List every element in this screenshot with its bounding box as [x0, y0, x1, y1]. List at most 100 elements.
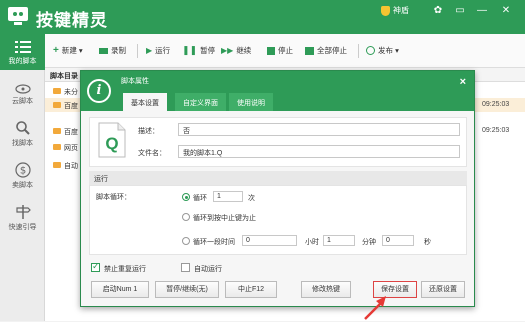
loop-duration-radio[interactable]	[182, 237, 190, 245]
folder-icon	[53, 102, 61, 108]
sidebar-item-guide[interactable]: 快速引导	[0, 204, 45, 232]
loop-count-input[interactable]: 1	[213, 191, 243, 202]
sidebar-item-label: 我的脚本	[8, 58, 37, 65]
svg-text:Q: Q	[105, 134, 118, 153]
pause-label: 暂停	[200, 46, 216, 55]
new-label: 新建 ▾	[61, 46, 83, 55]
loop-count-unit: 次	[248, 195, 255, 202]
list-item-name: 网页	[64, 145, 78, 152]
list-item-name: 百度	[64, 129, 78, 136]
stop-button[interactable]: 停止	[267, 45, 293, 56]
vip-badge[interactable]: 神盾	[381, 5, 409, 16]
seconds-unit: 秒	[424, 239, 431, 246]
sidebar-item-find[interactable]: 找脚本	[0, 120, 45, 148]
seconds-input[interactable]: 0	[382, 235, 414, 246]
minutes-input[interactable]: 1	[323, 235, 355, 246]
restore-settings-button[interactable]: 还原设置	[421, 281, 465, 298]
sidebar-item-label: 卖脚本	[12, 182, 33, 189]
hours-unit: 小时	[305, 239, 319, 246]
list-item-time: 09:25:03	[482, 101, 510, 108]
svg-text:$: $	[19, 166, 25, 177]
close-icon[interactable]: ✕	[499, 4, 513, 18]
sidebar-item-label: 快速引导	[8, 224, 37, 231]
app-title: 按键精灵	[36, 11, 108, 30]
run-button[interactable]: ▶ 运行	[146, 45, 170, 56]
loop-duration-option: 循环一段时间	[193, 239, 235, 246]
sidebar: 我的脚本 云脚本 找脚本 $ 卖脚本 快速引导	[0, 34, 45, 321]
pause-icon: ❚❚	[182, 45, 198, 55]
description-label: 描述：	[138, 128, 159, 135]
sidebar-item-label: 找脚本	[12, 140, 33, 147]
pause-button[interactable]: ❚❚ 暂停	[182, 45, 215, 56]
start-hotkey-button[interactable]: 启动Num 1	[91, 281, 149, 298]
red-arrow-icon	[364, 296, 386, 320]
signpost-icon	[15, 205, 31, 219]
title-bar: 按键精灵 神盾 ✿ ▭ — ✕	[0, 0, 525, 34]
publish-button[interactable]: 发布 ▾	[366, 45, 399, 56]
record-button[interactable]: 录制	[99, 45, 126, 56]
no-repeat-label: 禁止重复运行	[104, 266, 146, 273]
tab-custom-ui[interactable]: 自定义界面	[175, 93, 226, 111]
list-item-name: 自动	[64, 163, 78, 170]
stop-hotkey-button[interactable]: 中止F12	[225, 281, 277, 298]
sidebar-item-my-scripts[interactable]: 我的脚本	[0, 34, 45, 70]
run-section-title: 运行	[89, 171, 467, 185]
stop-icon	[267, 46, 275, 55]
search-icon	[15, 121, 30, 135]
app-logo-icon	[8, 7, 28, 25]
description-field[interactable]: 否	[178, 123, 460, 136]
auto-run-checkbox[interactable]	[181, 263, 190, 272]
stop-all-label: 全部停止	[317, 46, 347, 55]
loop-count-option: 循环	[193, 195, 207, 202]
toolbar: + 新建 ▾ 录制 ▶ 运行 ❚❚ 暂停 ▶▶ 继续 停止 全部停止 发布 ▾	[45, 34, 525, 68]
vip-label: 神盾	[393, 6, 409, 15]
dialog-header: i 脚本属性 × 基本设置 自定义界面 使用说明	[81, 71, 474, 111]
loop-until-stop-radio[interactable]	[182, 213, 190, 221]
folder-icon	[53, 128, 61, 134]
hours-input[interactable]: 0	[242, 235, 297, 246]
continue-button[interactable]: ▶▶ 继续	[221, 45, 251, 56]
tab-usage-notes[interactable]: 使用说明	[229, 93, 273, 111]
stop-all-icon	[305, 46, 314, 55]
fast-forward-icon: ▶▶	[221, 46, 234, 55]
minutes-unit: 分钟	[362, 239, 376, 246]
cloud-icon	[14, 84, 31, 94]
folder-icon	[53, 162, 61, 168]
skin-icon[interactable]: ▭	[453, 4, 467, 18]
filename-field[interactable]: 我的脚本1.Q	[178, 145, 460, 158]
toolbar-divider	[137, 44, 138, 58]
no-repeat-checkbox[interactable]	[91, 261, 100, 272]
info-logo-icon: i	[87, 79, 111, 103]
sidebar-item-cloud[interactable]: 云脚本	[0, 82, 45, 106]
pause-hotkey-button[interactable]: 暂停/继续(无)	[155, 281, 219, 298]
publish-label: 发布 ▾	[378, 46, 399, 55]
dollar-icon: $	[14, 162, 31, 178]
record-icon	[99, 47, 108, 54]
folder-icon	[53, 88, 61, 94]
folder-icon	[53, 144, 61, 150]
q-script-file-icon: Q	[98, 122, 126, 158]
auto-run-label: 自动运行	[194, 266, 222, 273]
shield-icon	[381, 5, 390, 16]
edit-hotkey-button[interactable]: 修改热键	[301, 281, 351, 298]
list-icon	[14, 41, 31, 53]
list-item-name: 百度	[64, 103, 78, 110]
stop-label: 停止	[278, 46, 293, 55]
settings-icon[interactable]: ✿	[431, 4, 445, 18]
plus-icon: +	[53, 45, 59, 56]
toolbar-divider	[358, 44, 359, 58]
sidebar-item-sell[interactable]: $ 卖脚本	[0, 162, 45, 190]
minimize-icon[interactable]: —	[475, 4, 489, 18]
new-button[interactable]: + 新建 ▾	[53, 45, 83, 56]
record-label: 录制	[111, 46, 126, 55]
sidebar-item-label: 云脚本	[12, 98, 33, 105]
dialog-close-button[interactable]: ×	[460, 76, 466, 88]
loop-count-radio[interactable]	[182, 193, 190, 201]
stop-all-button[interactable]: 全部停止	[305, 45, 347, 56]
continue-label: 继续	[236, 46, 252, 55]
tab-basic-settings[interactable]: 基本设置	[123, 93, 167, 111]
run-label: 运行	[155, 46, 171, 55]
dialog-title: 脚本属性	[121, 78, 149, 85]
publish-icon	[366, 46, 375, 55]
list-item-name: 未分	[64, 89, 78, 96]
